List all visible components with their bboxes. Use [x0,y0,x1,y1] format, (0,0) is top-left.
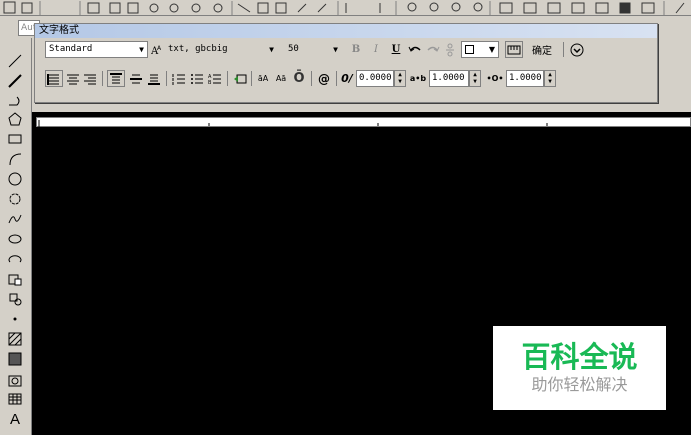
ruler-toggle-icon[interactable] [505,41,523,58]
font-type-icon: AA [150,41,163,58]
line-icon[interactable] [6,52,24,70]
arc-icon[interactable] [6,150,24,168]
rectangle-icon[interactable] [6,130,24,148]
justify-bottom-icon[interactable] [146,70,162,87]
separator [166,71,167,86]
separator [563,42,564,57]
columns-icon[interactable] [45,70,63,87]
align-center-text-icon[interactable] [65,70,81,87]
bold-button[interactable]: B [349,41,363,58]
width-factor-value: 1.0000 [509,73,542,83]
separator [227,71,228,86]
spin-arrows-icon[interactable]: ▲ ▼ [394,70,406,87]
watermark-title: 百科全说 [521,340,638,374]
watermark-logo: 百科全说 助你轻松解决 [493,326,666,410]
ellipse-arc-icon[interactable] [6,250,24,268]
svg-text:A: A [157,45,162,52]
underline-button[interactable]: U [389,41,403,58]
redo-icon[interactable] [425,41,441,58]
oblique-angle-value: 0.0000 [359,73,392,83]
polygon-icon[interactable] [6,110,24,128]
style-value: Standard [49,44,93,54]
justify-top-icon[interactable] [107,70,125,87]
uppercase-list-icon[interactable]: AB [207,70,223,87]
standard-toolbar [0,0,691,16]
font-value: txt, gbcbig [168,44,228,54]
chevron-down-icon: ▼ [333,45,338,54]
tracking-input[interactable]: 1.0000 ▲ ▼ [429,70,481,87]
stack-icon[interactable] [443,41,457,58]
tracking-value: 1.0000 [432,73,465,83]
draw-toolbar: A [0,38,32,435]
region-icon[interactable] [6,372,24,390]
spline-icon[interactable] [6,210,24,228]
separator [311,71,312,86]
text-height-value: 50 [288,44,299,54]
undo-icon[interactable] [407,41,423,58]
chevron-down-icon: ▼ [488,45,495,54]
chevron-down-icon: ▼ [269,45,274,54]
revision-cloud-icon[interactable] [6,190,24,208]
ellipse-icon[interactable] [6,230,24,248]
insert-field-icon[interactable] [232,70,248,87]
point-icon[interactable] [6,310,24,328]
options-chevron-icon[interactable] [569,41,585,58]
ok-button[interactable]: 确定 [527,41,557,58]
text-format-toolbar[interactable]: 文字格式 Standard ▼ AA txt, gbcbig ▼ 50 ▼ B I U… [34,23,658,103]
font-select[interactable]: txt, gbcbig ▼ [164,41,278,58]
multiline-text-icon[interactable]: A [6,410,24,428]
width-factor-icon: •O• [486,74,504,83]
oblique-angle-input[interactable]: 0.0000 ▲ ▼ [356,70,406,87]
width-factor-input[interactable]: 1.0000 ▲ ▼ [506,70,556,87]
svg-text:B: B [208,80,212,85]
italic-button[interactable]: I [369,41,383,58]
spin-arrows-icon[interactable]: ▲ ▼ [544,70,556,87]
numbering-icon[interactable] [171,70,187,87]
construction-line-icon[interactable] [6,72,24,90]
separator [102,71,103,86]
bullets-icon[interactable] [189,70,205,87]
text-height-select[interactable]: 50 ▼ [284,41,342,58]
polyline-icon[interactable] [6,92,24,110]
table-icon[interactable] [6,390,24,408]
lowercase-button[interactable]: Aā [273,70,289,87]
standard-toolbar-icons [3,1,685,15]
chevron-down-icon: ▼ [139,45,144,54]
overline-button[interactable]: Ō [291,70,307,87]
make-block-icon[interactable] [6,290,24,308]
separator [251,71,252,86]
watermark-subtitle: 助你轻松解决 [531,375,628,394]
insert-block-icon[interactable] [6,270,24,288]
text-ruler[interactable] [36,117,691,128]
text-format-title[interactable]: 文字格式 [35,24,657,38]
align-right-text-icon[interactable] [82,70,98,87]
color-select[interactable]: ▼ [461,41,499,58]
spin-arrows-icon[interactable]: ▲ ▼ [469,70,481,87]
justify-middle-icon[interactable] [128,70,144,87]
tracking-icon: a•b [409,74,427,83]
style-select[interactable]: Standard ▼ [45,41,148,58]
uppercase-button[interactable]: āA [255,70,271,87]
separator [336,71,337,86]
oblique-angle-icon: 0/ [341,72,353,85]
color-swatch-icon [465,45,474,54]
symbol-button[interactable]: @ [316,70,332,87]
gradient-icon[interactable] [6,350,24,368]
ruler-ticks [38,120,548,128]
circle-icon[interactable] [6,170,24,188]
hatch-icon[interactable] [6,330,24,348]
